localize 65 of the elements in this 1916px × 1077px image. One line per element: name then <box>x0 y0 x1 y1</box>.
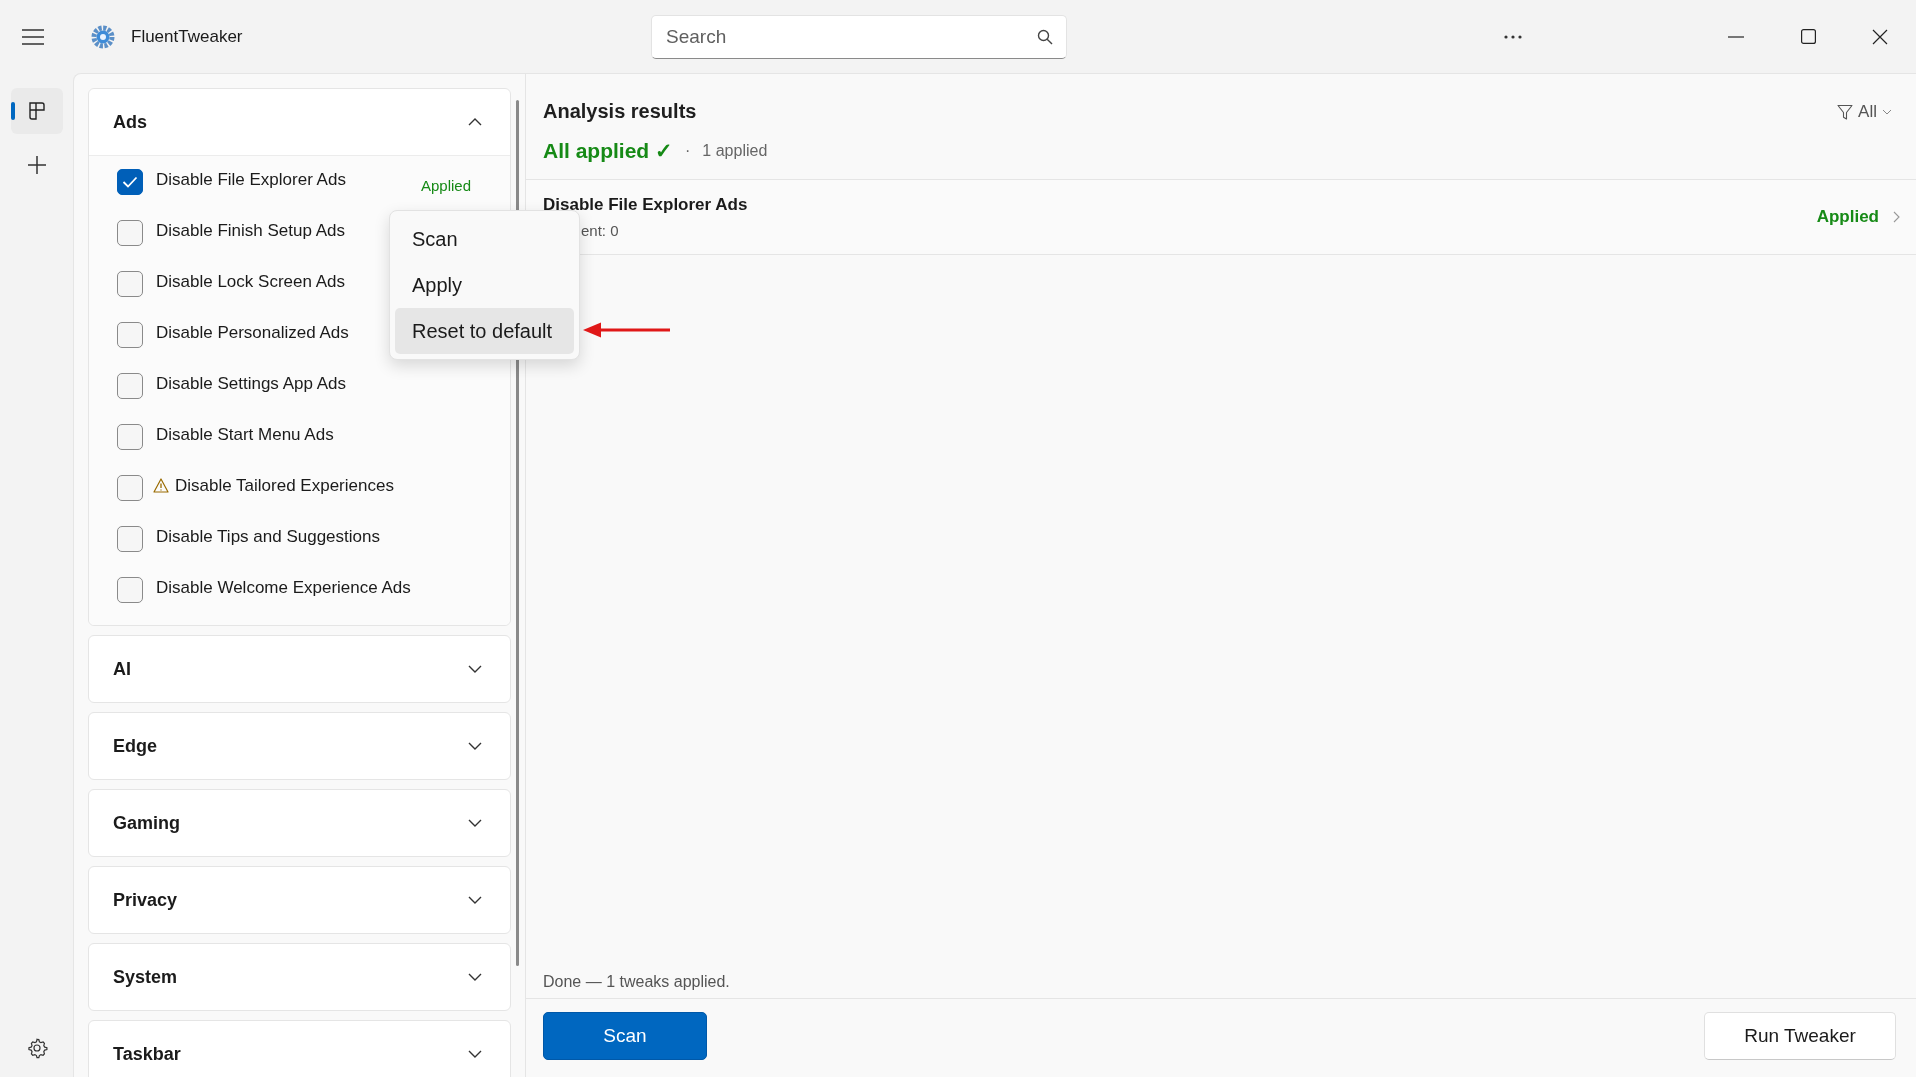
category-title[interactable]: Ads <box>113 111 147 133</box>
checkbox[interactable] <box>117 271 143 297</box>
tweak-label: Disable Tailored Experiences <box>175 476 394 496</box>
status-label: Applied <box>420 177 471 194</box>
menu-item[interactable]: Apply <box>395 262 574 308</box>
tweak-label: Disable Personalized Ads <box>156 323 349 343</box>
check-icon <box>122 176 138 188</box>
tweak-label: Disable Start Menu Ads <box>156 425 334 445</box>
selection-indicator <box>10 102 15 120</box>
chevron-down-icon[interactable] <box>468 1050 482 1058</box>
chevron-down-icon[interactable] <box>468 896 482 904</box>
menu-item[interactable]: Reset to default <box>395 308 574 354</box>
separator: · <box>685 142 691 160</box>
plus-icon <box>26 155 47 175</box>
checkbox[interactable] <box>117 322 143 348</box>
count-text: 1 applied <box>702 142 768 160</box>
category-title[interactable]: AI <box>113 658 131 680</box>
tweak-label: Disable Lock Screen Ads <box>156 272 345 292</box>
gear-icon <box>91 24 115 49</box>
search-field[interactable]: Search <box>651 14 1067 59</box>
checkbox[interactable] <box>117 526 143 552</box>
chevron-down-icon[interactable] <box>468 973 482 981</box>
nav-item[interactable] <box>10 88 63 134</box>
chevron-down-icon[interactable] <box>468 742 482 750</box>
tweak-label: Disable Finish Setup Ads <box>156 221 345 241</box>
chevron-up-icon[interactable] <box>468 118 482 126</box>
tweak-label: Disable Tips and Suggestions <box>156 527 380 547</box>
filter-icon <box>1837 104 1854 120</box>
category-title[interactable]: Taskbar <box>113 1043 181 1065</box>
chevron-down-icon[interactable] <box>468 665 482 673</box>
panels-icon <box>26 101 47 121</box>
more-icon[interactable] <box>1504 34 1522 39</box>
section-title: Analysis results <box>543 100 697 123</box>
tweak-label: Disable Settings App Ads <box>156 374 346 394</box>
checkbox[interactable] <box>117 475 143 501</box>
checkbox[interactable] <box>117 169 143 195</box>
menu-icon[interactable] <box>22 28 44 45</box>
result-title: Disable File Explorer Ads <box>543 195 748 215</box>
result-row[interactable]: Disable File Explorer Ads ent: 0 Applied <box>526 179 1916 255</box>
category-title[interactable]: Gaming <box>113 812 180 834</box>
checkbox[interactable] <box>117 424 143 450</box>
settings-icon[interactable] <box>25 1037 48 1059</box>
checkbox[interactable] <box>117 220 143 246</box>
status-label: Applied <box>1816 207 1879 227</box>
checkbox[interactable] <box>117 577 143 603</box>
chevron-down-icon[interactable] <box>468 819 482 827</box>
app-title: FluentTweaker <box>131 26 243 47</box>
category-title[interactable]: Edge <box>113 735 157 757</box>
filter-dropdown[interactable]: All <box>1837 102 1892 122</box>
checkbox[interactable] <box>117 373 143 399</box>
category-title[interactable]: Privacy <box>113 889 178 911</box>
minimize-icon[interactable] <box>1728 35 1744 38</box>
scan-button[interactable]: Scan <box>543 1012 707 1060</box>
maximize-icon[interactable] <box>1800 29 1816 44</box>
close-icon[interactable] <box>1872 28 1888 45</box>
chevron-down-icon <box>1882 109 1892 115</box>
result-detail: ent: 0 <box>580 222 620 239</box>
run-button[interactable]: Run Tweaker <box>1704 1012 1896 1060</box>
search-icon[interactable] <box>1037 28 1053 45</box>
category-title[interactable]: System <box>113 966 178 988</box>
tweak-label: Disable Welcome Experience Ads <box>156 578 411 598</box>
tweak-label: Disable File Explorer Ads <box>156 170 346 190</box>
summary-text: All applied ✓ <box>543 139 673 163</box>
chevron-right-icon <box>1893 211 1900 223</box>
status-text: Done — 1 tweaks applied. <box>542 973 731 992</box>
